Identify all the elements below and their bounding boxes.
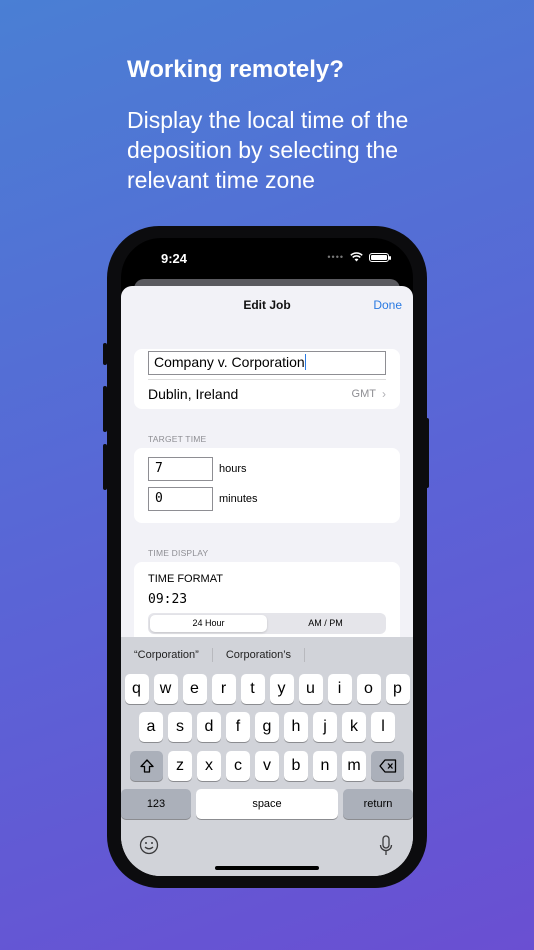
key-n[interactable]: n [313, 751, 337, 781]
key-f[interactable]: f [226, 712, 250, 742]
chevron-right-icon: › [382, 387, 386, 401]
minutes-label: minutes [219, 493, 258, 505]
wifi-icon [350, 252, 363, 262]
segment-24-hour[interactable]: 24 Hour [150, 615, 267, 632]
timezone-abbrev: GMT [351, 388, 376, 400]
microphone-icon[interactable] [379, 835, 393, 857]
key-m[interactable]: m [342, 751, 366, 781]
key-s[interactable]: s [168, 712, 192, 742]
key-c[interactable]: c [226, 751, 250, 781]
emoji-icon[interactable] [139, 835, 159, 855]
time-format-label: TIME FORMAT [148, 573, 223, 585]
key-i[interactable]: i [327, 674, 352, 704]
key-row-4: 123 space return [121, 789, 413, 819]
key-g[interactable]: g [255, 712, 279, 742]
numbers-key[interactable]: 123 [121, 789, 191, 819]
promo-subline: Display the local time of the deposition… [127, 107, 409, 193]
target-time-group: 7 hours 0 minutes [134, 448, 400, 523]
suggestion-1[interactable]: “Corporation” [121, 648, 213, 662]
key-o[interactable]: o [356, 674, 381, 704]
status-icons: •••• [327, 252, 391, 262]
hours-row: 7 hours [148, 457, 247, 481]
target-time-header: TARGET TIME [148, 434, 207, 444]
suggestion-bar: “Corporation” Corporation’s [121, 637, 413, 673]
key-row-1: q w e r t y u i o p [121, 674, 413, 704]
backspace-key[interactable] [371, 751, 404, 781]
key-w[interactable]: w [153, 674, 178, 704]
location-label: Dublin, Ireland [148, 386, 239, 402]
key-x[interactable]: x [197, 751, 221, 781]
key-t[interactable]: t [240, 674, 265, 704]
job-name-field[interactable]: Company v. Corporation [148, 351, 386, 375]
time-format-segmented-control: 24 Hour AM / PM [148, 613, 386, 634]
key-u[interactable]: u [298, 674, 323, 704]
key-b[interactable]: b [284, 751, 308, 781]
segment-am-pm[interactable]: AM / PM [267, 615, 384, 632]
job-name-value: Company v. Corporation [154, 354, 305, 370]
key-h[interactable]: h [284, 712, 308, 742]
key-r[interactable]: r [211, 674, 236, 704]
suggestion-2[interactable]: Corporation’s [213, 648, 306, 662]
phone-frame: 9:24 •••• Edit Job Done Company v. Corpo… [107, 226, 427, 888]
home-indicator [215, 866, 319, 870]
backspace-icon [378, 759, 396, 773]
key-d[interactable]: d [197, 712, 221, 742]
text-cursor [304, 354, 306, 370]
key-j[interactable]: j [313, 712, 337, 742]
done-button[interactable]: Done [373, 298, 402, 312]
minutes-input[interactable]: 0 [148, 487, 213, 511]
timezone-row[interactable]: Dublin, Ireland GMT › [148, 379, 386, 408]
keyboard: “Corporation” Corporation’s q w e r t y … [121, 637, 413, 876]
key-row-2: a s d f g h j k l [121, 712, 413, 742]
battery-icon [369, 252, 391, 262]
key-y[interactable]: y [269, 674, 294, 704]
return-key[interactable]: return [343, 789, 413, 819]
key-k[interactable]: k [342, 712, 366, 742]
shift-icon [139, 759, 154, 773]
hours-input[interactable]: 7 [148, 457, 213, 481]
key-q[interactable]: q [124, 674, 149, 704]
keyboard-bottom-bar [121, 833, 413, 863]
timezone-value: GMT › [352, 387, 386, 401]
key-e[interactable]: e [182, 674, 207, 704]
hours-label: hours [219, 463, 247, 475]
key-row-3: z x c v b n m [121, 751, 413, 781]
time-display-header: TIME DISPLAY [148, 548, 209, 558]
job-details-group: Company v. Corporation Dublin, Ireland G… [134, 349, 400, 409]
key-a[interactable]: a [139, 712, 163, 742]
promo-headline: Working remotely? [127, 56, 344, 83]
signal-icon: •••• [327, 252, 344, 262]
key-z[interactable]: z [168, 751, 192, 781]
space-key[interactable]: space [196, 789, 338, 819]
phone-screen: 9:24 •••• Edit Job Done Company v. Corpo… [121, 238, 413, 876]
minutes-row: 0 minutes [148, 487, 258, 511]
status-time: 9:24 [161, 251, 188, 266]
key-p[interactable]: p [385, 674, 410, 704]
shift-key[interactable] [130, 751, 163, 781]
time-format-preview: 09:23 [148, 592, 188, 607]
key-l[interactable]: l [371, 712, 395, 742]
key-v[interactable]: v [255, 751, 279, 781]
nav-title: Edit Job [243, 298, 291, 312]
